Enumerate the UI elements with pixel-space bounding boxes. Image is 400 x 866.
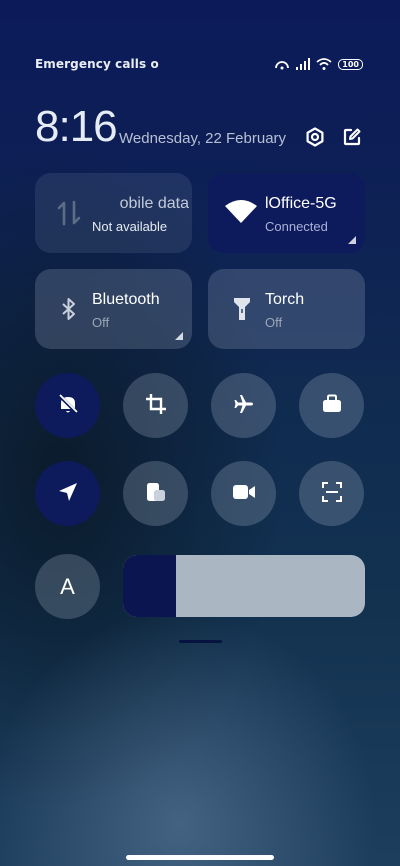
torch-status: Off [265,315,283,330]
brightness-fill [123,555,177,617]
screen-recorder-toggle[interactable] [211,461,276,526]
hotspot-icon [274,58,290,70]
airplane-mode-toggle[interactable] [211,373,276,438]
torch-tile[interactable]: Torch Off [208,269,365,349]
mobile-data-icon [55,199,83,227]
clock-time: 8:16 [35,102,118,151]
wifi-tile[interactable]: lOffice-5G Connected [208,173,365,253]
scanner-toggle[interactable] [299,461,364,526]
torch-icon [228,295,256,323]
wifi-status-icon [316,58,332,70]
bell-off-icon [57,393,79,419]
status-bar: Emergency calls o 100 [35,56,363,72]
silent-mode-toggle[interactable] [35,373,100,438]
bluetooth-icon [55,295,83,323]
briefcase-icon [321,394,343,418]
bluetooth-tile[interactable]: Bluetooth Off [35,269,192,349]
emergency-calls-text: Emergency calls o [35,57,159,71]
signal-icon [296,58,311,70]
floating-window-toggle[interactable] [123,461,188,526]
edit-icon[interactable] [340,125,364,149]
auto-brightness-label: A [60,573,75,599]
torch-title: Torch [265,291,305,308]
wifi-icon [222,197,260,227]
scan-icon [321,481,343,507]
airplane-icon [233,393,255,419]
settings-icon[interactable] [303,125,327,149]
crop-icon [145,393,167,419]
wifi-network-name: lOffice-5G [265,195,337,212]
page-indicator [179,640,222,643]
video-camera-icon [232,483,256,505]
location-toggle[interactable] [35,461,100,526]
bluetooth-status: Off [92,315,110,330]
location-arrow-icon [57,481,79,507]
brightness-slider[interactable] [123,555,365,617]
bluetooth-title: Bluetooth [92,291,160,308]
date-text: Wednesday, 22 February [119,130,287,147]
mobile-data-status: Not available [92,219,168,234]
bluetooth-expand-indicator[interactable] [175,332,183,340]
wifi-expand-indicator[interactable] [348,236,356,244]
screenshot-toggle[interactable] [123,373,188,438]
wifi-status: Connected [265,219,328,234]
home-indicator[interactable] [126,855,274,860]
floating-window-icon [145,481,167,507]
mobile-data-tile[interactable]: obile data Not available [35,173,192,253]
work-toggle[interactable] [299,373,364,438]
auto-brightness-button[interactable]: A [35,554,100,619]
battery-icon: 100 [338,58,363,70]
mobile-data-title: obile data [119,195,189,212]
